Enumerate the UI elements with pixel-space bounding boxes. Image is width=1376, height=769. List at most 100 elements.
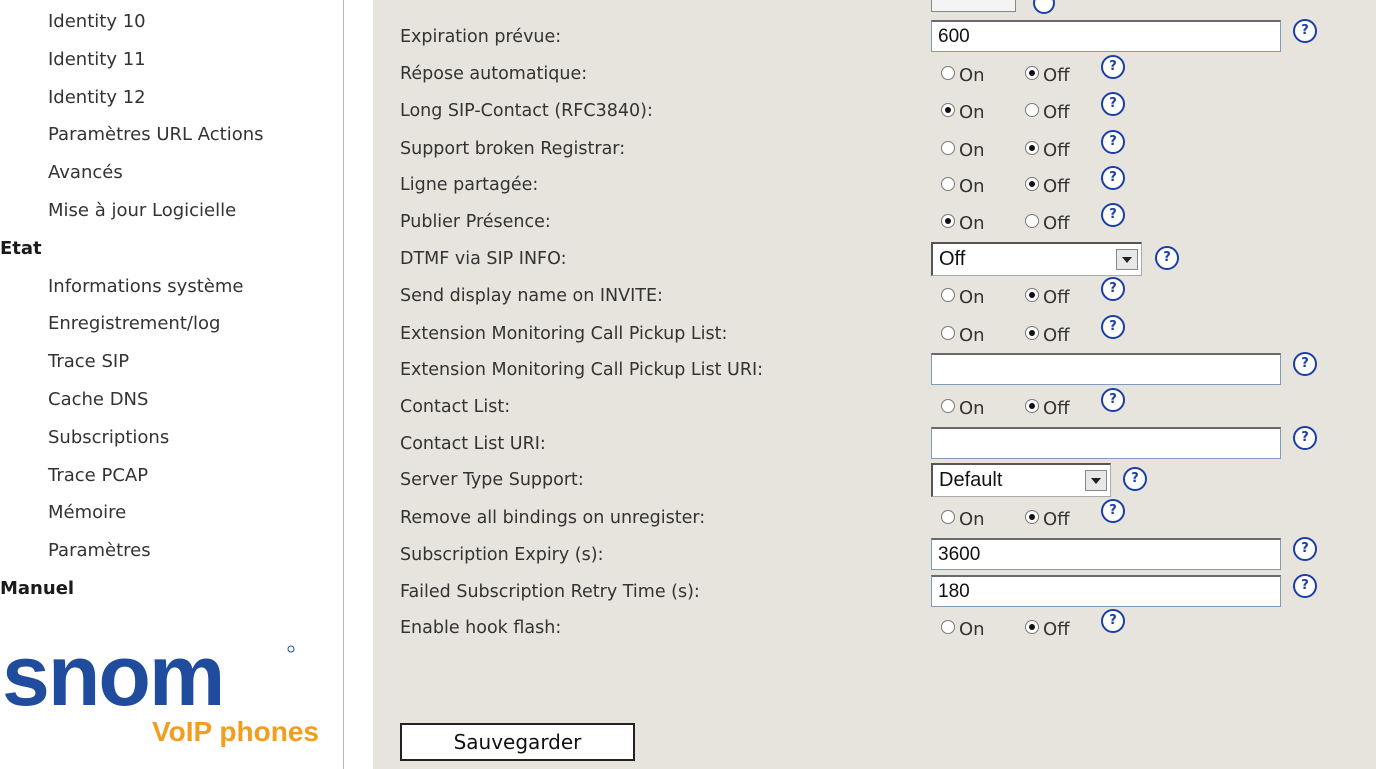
save-button[interactable]: Sauvegarder [400, 723, 635, 761]
logo-brand-text: snom [2, 637, 223, 724]
radio-on[interactable] [941, 326, 955, 340]
setting-label: Long SIP-Contact (RFC3840): [400, 101, 653, 121]
radio-off[interactable] [1025, 66, 1039, 80]
setting-label: Ligne partagée: [400, 175, 539, 195]
contact-list-uri-input[interactable] [931, 427, 1281, 459]
settings-panel: Expiration prévue: 600? Répose automatique… [373, 0, 1376, 769]
help-icon[interactable]: ? [1101, 277, 1125, 301]
sidebar-item-trace-sip[interactable]: Trace SIP [0, 343, 264, 381]
sidebar-item-label: Paramètres URL Actions [48, 124, 264, 146]
help-icon[interactable]: ? [1293, 426, 1317, 450]
failed-subscription-retry-time-s-input[interactable]: 180 [931, 575, 1281, 607]
help-icon[interactable]: ? [1101, 166, 1125, 190]
sidebar-item-m-moire[interactable]: Mémoire [0, 494, 264, 532]
radio-off[interactable] [1025, 326, 1039, 340]
radio-on-label: On [959, 287, 985, 308]
sidebar-item-label: Mémoire [48, 502, 127, 524]
partial-help-icon-above[interactable] [1033, 0, 1055, 14]
setting-row-server-type-support: Server Type Support: Default? [373, 462, 1376, 498]
help-icon[interactable]: ? [1101, 203, 1125, 227]
setting-row-contact-list-uri: Contact List URI:? [373, 426, 1376, 462]
radio-off-label: Off [1043, 102, 1070, 123]
radio-on[interactable] [941, 141, 955, 155]
sidebar-item-trace-pcap[interactable]: Trace PCAP [0, 457, 264, 495]
radio-off[interactable] [1025, 177, 1039, 191]
sidebar-item-identity-10[interactable]: Identity 10 [0, 3, 264, 41]
help-icon[interactable]: ? [1101, 130, 1125, 154]
partial-select-above[interactable] [931, 0, 1016, 12]
expiration-prevue-input[interactable]: 600 [931, 20, 1281, 52]
help-icon[interactable]: ? [1293, 352, 1317, 376]
dtmf-via-sip-info-select[interactable]: Off [931, 242, 1142, 276]
setting-label: Extension Monitoring Call Pickup List: [400, 324, 728, 344]
help-icon[interactable]: ? [1101, 55, 1125, 79]
sidebar-item-identity-11[interactable]: Identity 11 [0, 41, 264, 79]
setting-label: Enable hook flash: [400, 618, 562, 638]
radio-on-label: On [959, 398, 985, 419]
sidebar-item-param-tres-url-actions[interactable]: Paramètres URL Actions [0, 116, 264, 154]
setting-label: Extension Monitoring Call Pickup List UR… [400, 360, 764, 380]
radio-on[interactable] [941, 288, 955, 302]
chevron-down-icon[interactable] [1085, 470, 1107, 491]
logo-tagline-text: VoIP phones [152, 716, 319, 747]
chevron-down-icon[interactable] [1116, 249, 1138, 270]
radio-on[interactable] [941, 214, 955, 228]
setting-row-subscription-expiry-s: Subscription Expiry (s): 3600? [373, 537, 1376, 573]
radio-on[interactable] [941, 510, 955, 524]
radio-off[interactable] [1025, 399, 1039, 413]
radio-off-label: Off [1043, 619, 1070, 640]
sidebar-item-label: Paramètres [48, 540, 151, 562]
radio-on[interactable] [941, 620, 955, 634]
select-value: Default [939, 469, 1003, 491]
radio-on-label: On [959, 65, 985, 86]
help-icon[interactable]: ? [1101, 388, 1125, 412]
radio-off[interactable] [1025, 510, 1039, 524]
help-icon[interactable]: ? [1101, 92, 1125, 116]
sidebar-item-mise-jour-logicielle[interactable]: Mise à jour Logicielle [0, 192, 264, 230]
help-icon[interactable]: ? [1293, 19, 1317, 43]
extension-monitoring-call-pickup-list-uri-input[interactable] [931, 353, 1281, 385]
radio-on-label: On [959, 140, 985, 161]
radio-on-label: On [959, 176, 985, 197]
sidebar-section-etat[interactable]: Etat [0, 230, 264, 268]
radio-on[interactable] [941, 399, 955, 413]
radio-on-label: On [959, 509, 985, 530]
sidebar-item-param-tres[interactable]: Paramètres [0, 532, 264, 570]
sidebar-item-cache-dns[interactable]: Cache DNS [0, 381, 264, 419]
radio-off-label: Off [1043, 140, 1070, 161]
radio-off[interactable] [1025, 620, 1039, 634]
sidebar-item-informations-syst-me[interactable]: Informations système [0, 268, 264, 306]
setting-row-remove-all-bindings-on-unregister: Remove all bindings on unregister: On Off? [373, 499, 1376, 536]
sidebar-item-label: Trace SIP [48, 351, 130, 373]
help-icon[interactable]: ? [1123, 467, 1147, 491]
radio-on[interactable] [941, 103, 955, 117]
radio-off[interactable] [1025, 214, 1039, 228]
help-icon[interactable]: ? [1293, 574, 1317, 598]
help-icon[interactable]: ? [1155, 246, 1179, 270]
snom-logo-graphic: snom VoIP phones [2, 628, 319, 747]
radio-on[interactable] [941, 177, 955, 191]
server-type-support-select[interactable]: Default [931, 463, 1111, 497]
help-icon[interactable]: ? [1101, 315, 1125, 339]
sidebar-item-label: Avancés [48, 162, 123, 184]
sidebar-item-identity-12[interactable]: Identity 12 [0, 79, 264, 117]
radio-on-label: On [959, 325, 985, 346]
radio-off[interactable] [1025, 288, 1039, 302]
setting-row-long-sip-contact-rfc3840: Long SIP-Contact (RFC3840): On Off? [373, 92, 1376, 129]
setting-label: Server Type Support: [400, 470, 584, 490]
help-icon[interactable]: ? [1293, 537, 1317, 561]
sidebar-item-enregistrement-log[interactable]: Enregistrement/log [0, 305, 264, 343]
sidebar-item-avanc-s[interactable]: Avancés [0, 154, 264, 192]
radio-on[interactable] [941, 66, 955, 80]
setting-row-contact-list: Contact List: On Off? [373, 388, 1376, 425]
help-icon[interactable]: ? [1101, 609, 1125, 633]
help-icon[interactable]: ? [1101, 499, 1125, 523]
radio-off[interactable] [1025, 141, 1039, 155]
sidebar-item-subscriptions[interactable]: Subscriptions [0, 419, 264, 457]
sidebar-section-manuel[interactable]: Manuel [0, 570, 264, 608]
sidebar-item-label: Identity 10 [48, 11, 146, 32]
setting-row-extension-monitoring-call-pickup-list: Extension Monitoring Call Pickup List: On… [373, 315, 1376, 352]
setting-row-dtmf-via-sip-info: DTMF via SIP INFO: Off? [373, 241, 1376, 277]
radio-off[interactable] [1025, 103, 1039, 117]
subscription-expiry-s-input[interactable]: 3600 [931, 538, 1281, 570]
